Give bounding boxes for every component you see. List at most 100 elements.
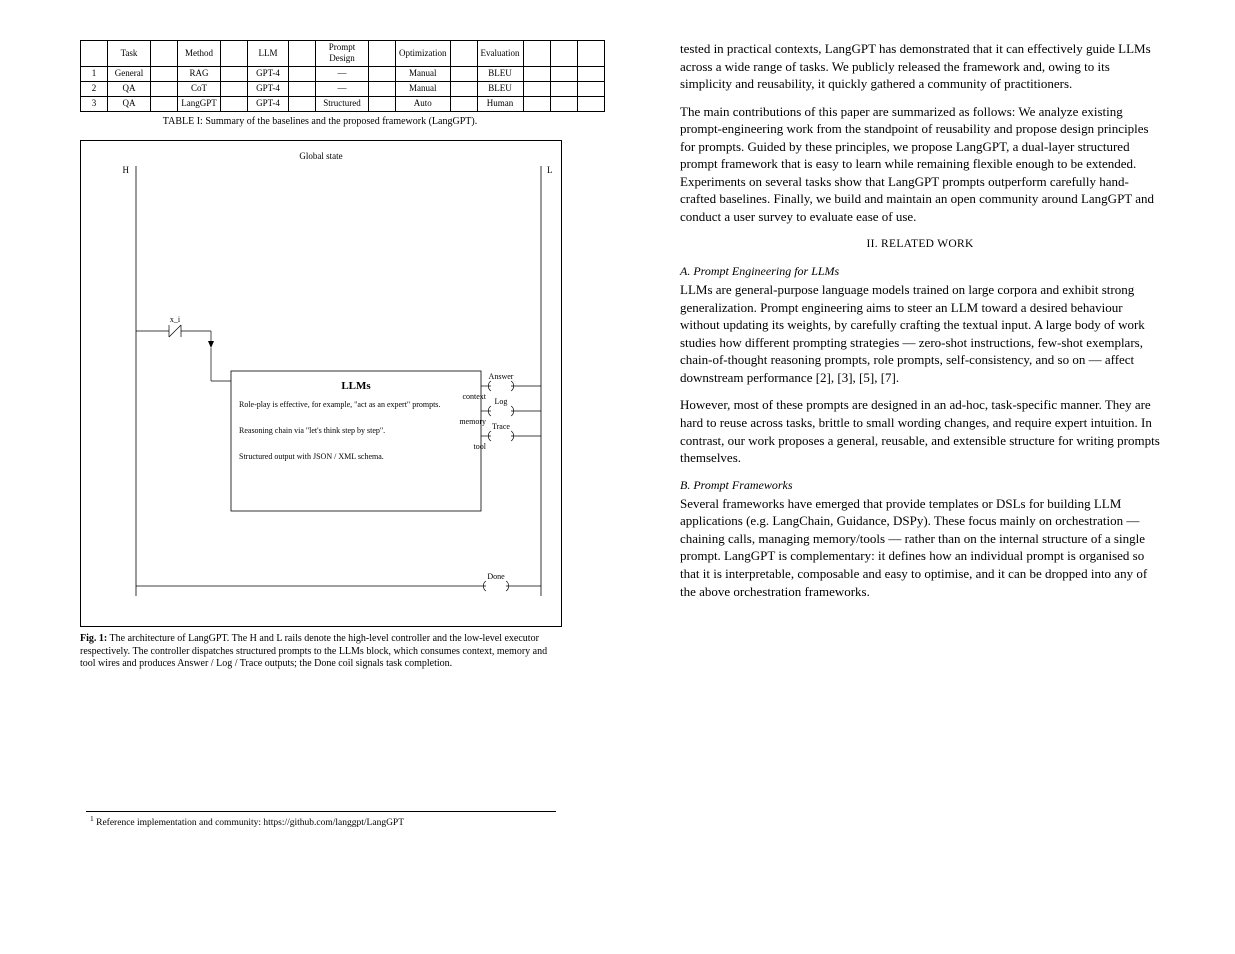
- td: [550, 66, 577, 81]
- llm-block: [231, 371, 481, 511]
- table-row: 1 General RAG GPT-4 — Manual BLEU: [81, 66, 605, 81]
- th: Evaluation: [477, 41, 523, 67]
- coil-label: Log: [495, 397, 508, 406]
- footnote-marker: 1: [90, 814, 94, 823]
- td: [289, 81, 316, 96]
- th: [221, 41, 248, 67]
- rail-right-label: L: [547, 165, 553, 175]
- subhead-a: A. Prompt Engineering for LLMs: [680, 263, 1160, 279]
- td: Structured: [316, 96, 369, 111]
- wire-label: context: [462, 392, 486, 401]
- th: [523, 41, 550, 67]
- td: [369, 81, 396, 96]
- td: [289, 66, 316, 81]
- subhead-b: B. Prompt Frameworks: [680, 477, 1160, 493]
- td: 3: [81, 96, 108, 111]
- td: —: [316, 81, 369, 96]
- wire-label: memory: [459, 417, 486, 426]
- td: —: [316, 66, 369, 81]
- llm-block-title: LLMs: [341, 380, 371, 392]
- th: [151, 41, 178, 67]
- th: [577, 41, 604, 67]
- footnote: 1 Reference implementation and community…: [90, 814, 560, 830]
- sub1-body2: However, most of these prompts are desig…: [680, 396, 1160, 466]
- td: Manual: [396, 66, 451, 81]
- th: [550, 41, 577, 67]
- td: BLEU: [477, 66, 523, 81]
- td: [221, 66, 248, 81]
- td: QA: [108, 81, 151, 96]
- td: GPT-4: [248, 66, 289, 81]
- td: GPT-4: [248, 96, 289, 111]
- td: Human: [477, 96, 523, 111]
- td: [523, 96, 550, 111]
- td: [369, 96, 396, 111]
- td: LangGPT: [178, 96, 221, 111]
- td: [523, 81, 550, 96]
- td: [151, 81, 178, 96]
- table-caption: TABLE I: Summary of the baselines and th…: [80, 116, 560, 129]
- table-row: 2 QA CoT GPT-4 — Manual BLEU: [81, 81, 605, 96]
- td: [450, 66, 477, 81]
- right-text-column: tested in practical contexts, LangGPT ha…: [680, 40, 1160, 610]
- summary-table: Task Method LLM Prompt Design Optimizati…: [80, 40, 605, 112]
- llm-line: Reasoning chain via "let's think step by…: [239, 426, 385, 435]
- td: [151, 96, 178, 111]
- td: [450, 81, 477, 96]
- td: 1: [81, 66, 108, 81]
- td: [523, 66, 550, 81]
- rail-left-label: H: [123, 165, 130, 175]
- td: Auto: [396, 96, 451, 111]
- td: [550, 81, 577, 96]
- output-trace: Trace tool: [474, 422, 541, 451]
- contact-label: x_i: [170, 315, 181, 324]
- th: [450, 41, 477, 67]
- td: General: [108, 66, 151, 81]
- td: [550, 96, 577, 111]
- footnote-text: Reference implementation and community: …: [96, 818, 404, 828]
- fig-caption-text: The architecture of LangGPT. The H and L…: [80, 633, 547, 669]
- sub2-body: Several frameworks have emerged that pro…: [680, 495, 1160, 600]
- th: Method: [178, 41, 221, 67]
- coil-label: Done: [487, 572, 505, 581]
- section-heading-related-work: II. RELATED WORK: [680, 237, 1160, 253]
- table-header-row: Task Method LLM Prompt Design Optimizati…: [81, 41, 605, 67]
- td: Manual: [396, 81, 451, 96]
- td: [577, 96, 604, 111]
- th: Task: [108, 41, 151, 67]
- td: [450, 96, 477, 111]
- th: Optimization: [396, 41, 451, 67]
- footnote-rule: [86, 811, 556, 812]
- td: CoT: [178, 81, 221, 96]
- para-1: tested in practical contexts, LangGPT ha…: [680, 40, 1160, 93]
- td: QA: [108, 96, 151, 111]
- llm-line: Structured output with JSON / XML schema…: [239, 452, 384, 461]
- td: RAG: [178, 66, 221, 81]
- td: [221, 81, 248, 96]
- llm-line: Role-play is effective, for example, "ac…: [239, 400, 440, 409]
- th: [81, 41, 108, 67]
- th: LLM: [248, 41, 289, 67]
- td: BLEU: [477, 81, 523, 96]
- td: [289, 96, 316, 111]
- th: Prompt Design: [316, 41, 369, 67]
- td: [577, 81, 604, 96]
- wire-label: tool: [474, 442, 487, 451]
- coil-label: Trace: [492, 422, 510, 431]
- td: [221, 96, 248, 111]
- th: [289, 41, 316, 67]
- td: 2: [81, 81, 108, 96]
- coil-label: Answer: [489, 372, 514, 381]
- table-row: 3 QA LangGPT GPT-4 Structured Auto Human: [81, 96, 605, 111]
- fig-label: Fig. 1:: [80, 633, 107, 644]
- done-rung: Done: [136, 572, 541, 591]
- figure-caption: Fig. 1: The architecture of LangGPT. The…: [80, 633, 560, 671]
- td: GPT-4: [248, 81, 289, 96]
- sub1-body: LLMs are general-purpose language models…: [680, 281, 1160, 386]
- figure-1: Global state H L x_i: [80, 140, 562, 627]
- th: [369, 41, 396, 67]
- td: [369, 66, 396, 81]
- td: [151, 66, 178, 81]
- fig-top-label: Global state: [299, 151, 342, 161]
- para-2: The main contributions of this paper are…: [680, 103, 1160, 226]
